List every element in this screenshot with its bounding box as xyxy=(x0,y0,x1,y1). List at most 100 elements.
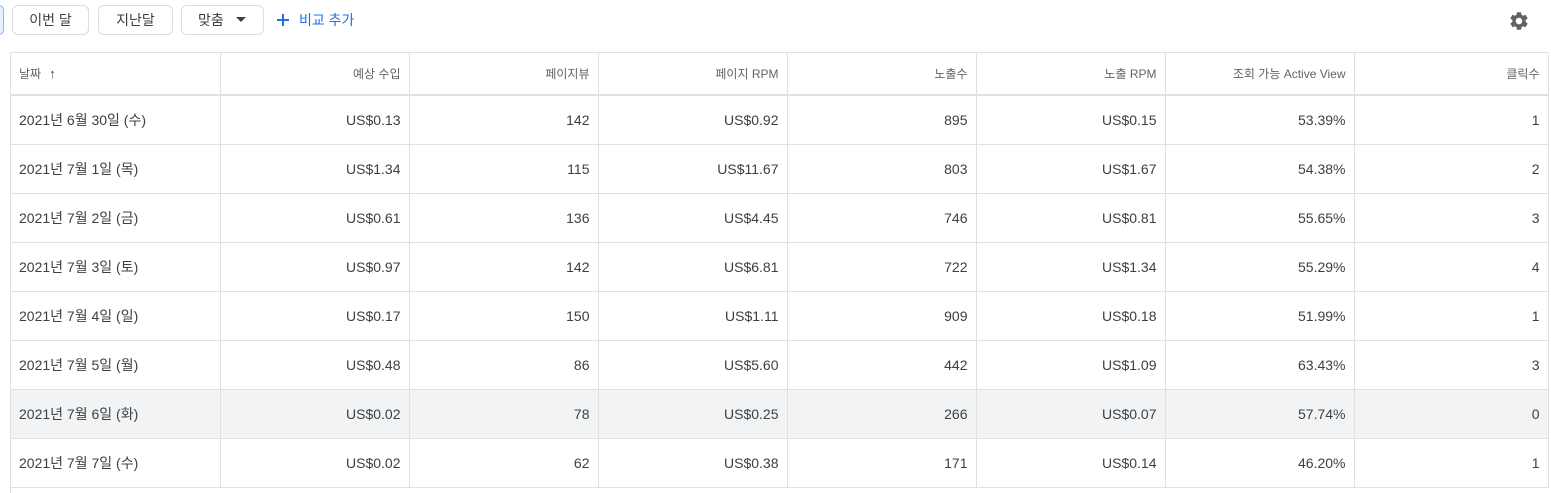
column-header-page-views[interactable]: 페이지뷰 xyxy=(409,53,599,96)
table-row: 2021년 7월 6일 (화) US$0.02 78 US$0.25 266 U… xyxy=(11,389,1549,439)
this-month-chip[interactable]: 이번 달 xyxy=(12,5,89,35)
cell-clicks: 3 xyxy=(1354,340,1549,390)
cell-impressions: 746 xyxy=(787,193,977,243)
cell-active-view: 57.74% xyxy=(1165,389,1355,439)
column-header-estimated-earnings[interactable]: 예상 수입 xyxy=(220,53,410,96)
column-header-impression-rpm[interactable]: 노출 RPM xyxy=(976,53,1166,96)
cell-date: 2021년 7월 4일 (일) xyxy=(11,291,221,341)
cell-impression-rpm: US$1.67 xyxy=(976,144,1166,194)
cell-page-views: 142 xyxy=(409,95,599,145)
cell-impressions: 895 xyxy=(787,95,977,145)
column-header-active-view[interactable]: 조회 가능 Active View xyxy=(1165,53,1355,96)
cell-date: 2021년 6월 30일 (수) xyxy=(11,95,221,145)
cell-impression-rpm: US$0.07 xyxy=(976,389,1166,439)
cell-active-view: 51.99% xyxy=(1165,291,1355,341)
cell-impression-rpm: US$0.15 xyxy=(976,95,1166,145)
add-comparison-label: 비교 추가 xyxy=(299,12,355,28)
column-header-label: 조회 가능 Active View xyxy=(1232,67,1346,81)
table-row: 2021년 7월 3일 (토) US$0.97 142 US$6.81 722 … xyxy=(11,242,1549,292)
cell-date: 2021년 7월 2일 (금) xyxy=(11,193,221,243)
cell-estimated-earnings: US$0.13 xyxy=(220,95,410,145)
cell-active-view: 55.65% xyxy=(1165,193,1355,243)
cell-page-views: 115 xyxy=(409,144,599,194)
chevron-down-icon xyxy=(235,17,246,22)
cell-page-views: 150 xyxy=(409,291,599,341)
cell-impressions: 171 xyxy=(787,438,977,488)
cell-impression-rpm: US$1.09 xyxy=(976,340,1166,390)
cell-page-views: 142 xyxy=(409,242,599,292)
column-header-date[interactable]: 날짜 ↑ xyxy=(11,53,221,96)
cell-estimated-earnings: US$0.02 xyxy=(220,438,410,488)
table-row: 2021년 7월 1일 (목) US$1.34 115 US$11.67 803… xyxy=(11,144,1549,194)
this-month-label: 이번 달 xyxy=(29,12,72,28)
cell-date: 2021년 7월 6일 (화) xyxy=(11,389,221,439)
cell-page-rpm: US$0.92 xyxy=(598,95,788,145)
column-header-label: 페이지뷰 xyxy=(545,67,590,81)
cell-page-rpm: US$11.67 xyxy=(598,144,788,194)
cell-page-rpm: US$0.25 xyxy=(598,389,788,439)
last-month-chip[interactable]: 지난달 xyxy=(98,5,173,35)
column-header-impressions[interactable]: 노출수 xyxy=(787,53,977,96)
cell-page-rpm: US$5.60 xyxy=(598,340,788,390)
cell-clicks: 0 xyxy=(1354,389,1549,439)
cell-page-views: 62 xyxy=(409,438,599,488)
arrow-up-icon: ↑ xyxy=(49,66,56,81)
cell-estimated-earnings: US$0.48 xyxy=(220,340,410,390)
column-header-page-rpm[interactable]: 페이지 RPM xyxy=(598,53,788,96)
gear-icon[interactable] xyxy=(1508,10,1530,32)
cell-active-view: 54.38% xyxy=(1165,144,1355,194)
table-row: 2021년 7월 7일 (수) US$0.02 62 US$0.38 171 U… xyxy=(11,438,1549,488)
cell-impressions: 722 xyxy=(787,242,977,292)
cell-impressions: 803 xyxy=(787,144,977,194)
cell-clicks: 4 xyxy=(1354,242,1549,292)
cell-page-rpm: US$4.45 xyxy=(598,193,788,243)
custom-range-label: 맞춤 xyxy=(198,12,224,28)
column-header-label: 노출 RPM xyxy=(1104,67,1157,81)
column-header-label: 날짜 xyxy=(19,67,42,81)
cell-clicks: 1 xyxy=(1354,95,1549,145)
cell-estimated-earnings: US$0.97 xyxy=(220,242,410,292)
cell-impressions: 909 xyxy=(787,291,977,341)
table-row: 2021년 6월 30일 (수) US$0.13 142 US$0.92 895… xyxy=(11,95,1549,145)
cell-active-view: 63.43% xyxy=(1165,340,1355,390)
cell-impression-rpm: US$0.81 xyxy=(976,193,1166,243)
cell-date: 2021년 7월 5일 (월) xyxy=(11,340,221,390)
cell-estimated-earnings: US$0.61 xyxy=(220,193,410,243)
cell-page-views: 78 xyxy=(409,389,599,439)
cell-impressions: 442 xyxy=(787,340,977,390)
report-table: 날짜 ↑ 예상 수입 페이지뷰 페이지 RPM 노출수 노출 RPM 조회 가능 … xyxy=(11,53,1549,488)
cell-page-rpm: US$0.38 xyxy=(598,438,788,488)
cell-active-view: 53.39% xyxy=(1165,95,1355,145)
cell-clicks: 1 xyxy=(1354,291,1549,341)
column-header-label: 클릭수 xyxy=(1506,67,1540,81)
cell-impression-rpm: US$0.18 xyxy=(976,291,1166,341)
cell-estimated-earnings: US$1.34 xyxy=(220,144,410,194)
cell-estimated-earnings: US$0.17 xyxy=(220,291,410,341)
selected-range-chip-edge[interactable] xyxy=(0,5,4,35)
cell-date: 2021년 7월 7일 (수) xyxy=(11,438,221,488)
table-row: 2021년 7월 4일 (일) US$0.17 150 US$1.11 909 … xyxy=(11,291,1549,341)
cell-clicks: 2 xyxy=(1354,144,1549,194)
column-header-label: 예상 수입 xyxy=(353,67,401,81)
cell-page-views: 86 xyxy=(409,340,599,390)
add-comparison-button[interactable]: 비교 추가 xyxy=(276,9,354,31)
column-header-label: 노출수 xyxy=(934,67,968,81)
cell-impression-rpm: US$0.14 xyxy=(976,438,1166,488)
cell-estimated-earnings: US$0.02 xyxy=(220,389,410,439)
table-row: 2021년 7월 5일 (월) US$0.48 86 US$5.60 442 U… xyxy=(11,340,1549,390)
custom-range-dropdown[interactable]: 맞춤 xyxy=(181,5,264,35)
cell-active-view: 55.29% xyxy=(1165,242,1355,292)
cell-date: 2021년 7월 1일 (목) xyxy=(11,144,221,194)
cell-date: 2021년 7월 3일 (토) xyxy=(11,242,221,292)
plus-icon xyxy=(277,14,289,26)
cell-impression-rpm: US$1.34 xyxy=(976,242,1166,292)
cell-page-views: 136 xyxy=(409,193,599,243)
table-row: 2021년 7월 2일 (금) US$0.61 136 US$4.45 746 … xyxy=(11,193,1549,243)
cell-clicks: 3 xyxy=(1354,193,1549,243)
cell-impressions: 266 xyxy=(787,389,977,439)
table-header-row: 날짜 ↑ 예상 수입 페이지뷰 페이지 RPM 노출수 노출 RPM 조회 가능 … xyxy=(11,53,1549,96)
cell-page-rpm: US$1.11 xyxy=(598,291,788,341)
report-table-container: 날짜 ↑ 예상 수입 페이지뷰 페이지 RPM 노출수 노출 RPM 조회 가능 … xyxy=(10,52,1549,493)
column-header-clicks[interactable]: 클릭수 xyxy=(1354,53,1549,96)
column-header-label: 페이지 RPM xyxy=(715,67,779,81)
